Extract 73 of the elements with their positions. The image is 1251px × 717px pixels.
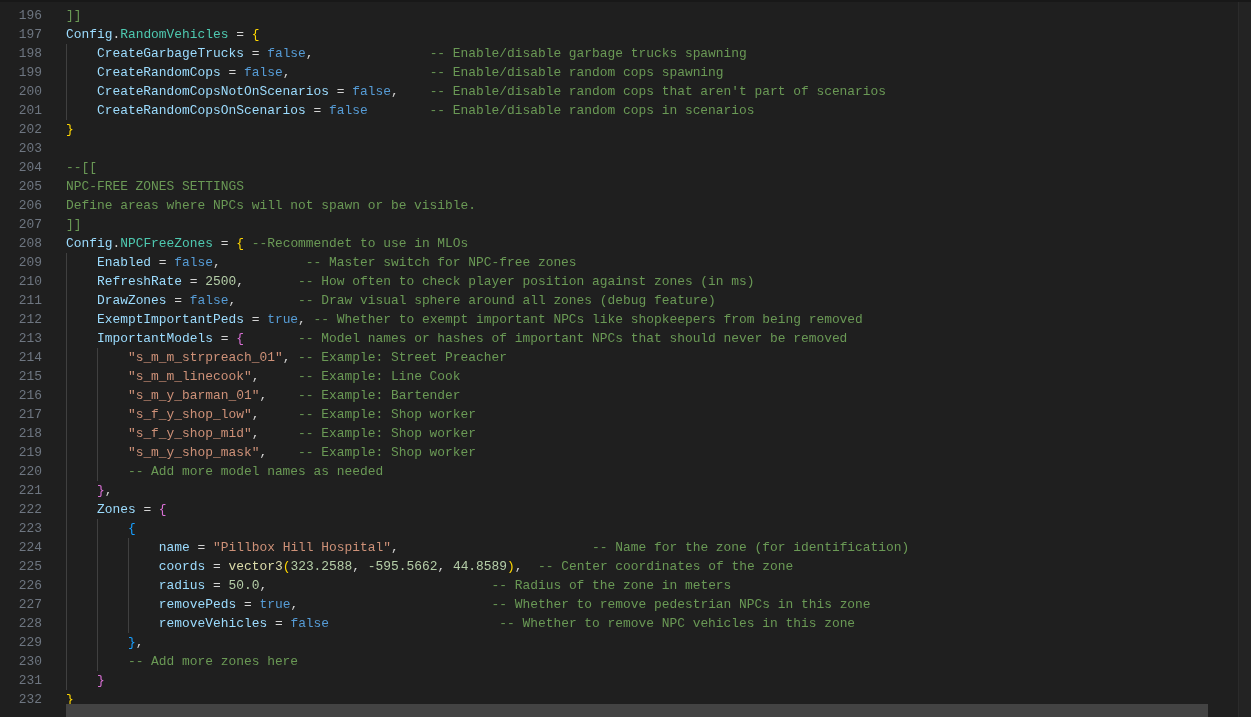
line-number: 225	[17, 558, 42, 576]
code-line: Zones = {	[96, 501, 167, 519]
line-number: 223	[17, 520, 42, 538]
code-line: "s_m_y_shop_mask", -- Example: Shop worker	[127, 444, 477, 462]
code-line: --[[	[66, 159, 97, 177]
code-line: removePeds = true, -- Whether to remove pedestrian NPCs in this zone	[158, 596, 871, 614]
line-number: 209	[17, 254, 42, 272]
code-line: CreateRandomCopsOnScenarios = false -- Enable/disable random cops in scenarios	[96, 102, 755, 120]
code-line: RefreshRate = 2500, -- How often to check player position against zones (in ms)	[96, 273, 755, 291]
line-number: 217	[17, 406, 42, 424]
code-line: ImportantModels = { -- Model names or hashes of important NPCs that should never be removed	[96, 330, 848, 348]
line-number: 231	[17, 672, 42, 690]
scrollbar-thumb[interactable]	[66, 704, 1208, 717]
code-line: CreateRandomCops = false, -- Enable/disable random cops spawning	[96, 64, 724, 82]
code-line: },	[96, 482, 113, 500]
line-number: 207	[17, 216, 42, 234]
code-line: }	[66, 121, 74, 139]
line-number: 232	[17, 691, 42, 709]
line-number: 196	[17, 7, 42, 25]
line-number: 218	[17, 425, 42, 443]
code-line: -- Add more model names as needed	[127, 463, 384, 481]
code-line: },	[127, 634, 144, 652]
line-number: 205	[17, 178, 42, 196]
code-line: "s_m_m_linecook", -- Example: Line Cook	[127, 368, 461, 386]
line-number: 212	[17, 311, 42, 329]
code-line: CreateRandomCopsNotOnScenarios = false, -- Enable/disable random cops that aren't part of scenarios	[96, 83, 887, 101]
line-number: 201	[17, 102, 42, 120]
line-number: 214	[17, 349, 42, 367]
code-line: Config.RandomVehicles = {	[66, 26, 260, 44]
line-number: 227	[17, 596, 42, 614]
code-line: coords = vector3(323.2588, -595.5662, 44.8589), -- Center coordinates of the zone	[158, 558, 794, 576]
code-line: Config.NPCFreeZones = { --Recommendet to use in MLOs	[66, 235, 469, 253]
line-number: 222	[17, 501, 42, 519]
line-number: 208	[17, 235, 42, 253]
code-line: removeVehicles = false -- Whether to remove NPC vehicles in this zone	[158, 615, 856, 633]
line-number: 206	[17, 197, 42, 215]
code-line: "s_m_m_strpreach_01", -- Example: Street Preacher	[127, 349, 507, 367]
line-number: 230	[17, 653, 42, 671]
code-line: ]]	[66, 216, 82, 234]
line-number: 213	[17, 330, 42, 348]
line-number: 211	[17, 292, 42, 310]
code-line: CreateGarbageTrucks = false, -- Enable/disable garbage trucks spawning	[96, 45, 747, 63]
code-line: Enabled = false, -- Master switch for NPC-free zones	[96, 254, 577, 272]
code-line: ExemptImportantPeds = true, -- Whether to exempt important NPCs like shopkeepers from being removed	[96, 311, 863, 329]
code-line: NPC-FREE ZONES SETTINGS	[66, 178, 244, 196]
code-line: name = "Pillbox Hill Hospital", -- Name for the zone (for identification)	[158, 539, 910, 557]
line-number: 220	[17, 463, 42, 481]
line-number: 215	[17, 368, 42, 386]
line-number: 228	[17, 615, 42, 633]
line-number: 210	[17, 273, 42, 291]
code-line: }	[96, 672, 105, 690]
line-number: 204	[17, 159, 42, 177]
line-number: 199	[17, 64, 42, 82]
line-number: 202	[17, 121, 42, 139]
code-line: ]]	[66, 7, 82, 25]
line-number: 198	[17, 45, 42, 63]
line-number: 216	[17, 387, 42, 405]
code-line: radius = 50.0, -- Radius of the zone in meters	[158, 577, 732, 595]
line-number: 229	[17, 634, 42, 652]
line-number: 224	[17, 539, 42, 557]
code-line: "s_m_y_barman_01", -- Example: Bartender	[127, 387, 461, 405]
line-number: 200	[17, 83, 42, 101]
line-number: 226	[17, 577, 42, 595]
code-line: "s_f_y_shop_low", -- Example: Shop worker	[127, 406, 477, 424]
code-line: {	[127, 520, 136, 538]
line-number: 197	[17, 26, 42, 44]
code-line: Define areas where NPCs will not spawn or be visible.	[66, 197, 476, 215]
code-line: "s_f_y_shop_mid", -- Example: Shop worker	[127, 425, 477, 443]
line-number: 221	[17, 482, 42, 500]
line-number: 203	[17, 140, 42, 158]
line-number: 219	[17, 444, 42, 462]
code-line: DrawZones = false, -- Draw visual sphere around all zones (debug feature)	[96, 292, 716, 310]
code-line: -- Add more zones here	[127, 653, 299, 671]
